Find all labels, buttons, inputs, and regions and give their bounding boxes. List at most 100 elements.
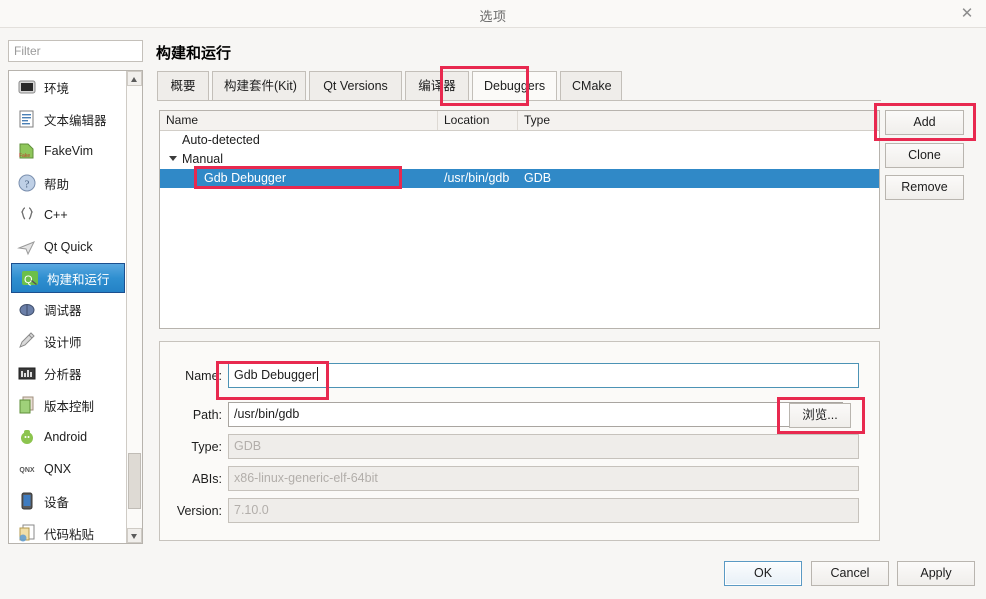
device-icon — [17, 491, 37, 511]
build-run-icon: Q — [20, 268, 40, 288]
sidebar-item-label: 构建和运行 — [47, 272, 110, 287]
tab-bar: 概要 构建套件(Kit) Qt Versions 编译器 Debuggers CMake — [157, 71, 881, 101]
sidebar-item-11[interactable]: 版本控制 — [9, 389, 127, 421]
table-row[interactable]: Manual — [160, 150, 879, 169]
sidebar-item-5[interactable]: C++ — [9, 199, 127, 231]
text-editor-icon — [17, 109, 37, 129]
debugger-detail-form: Name: Gdb Debugger Path: /usr/bin/gdb Type: G… — [159, 341, 880, 541]
clone-button[interactable]: Clone — [885, 143, 964, 168]
add-button[interactable]: Add — [885, 110, 964, 135]
svg-text:Fake: Fake — [19, 153, 30, 159]
sidebar-item-label: 设计师 — [44, 335, 82, 350]
chevron-down-icon[interactable] — [169, 156, 177, 161]
type-field: GDB — [228, 434, 859, 459]
sidebar-item-label: 版本控制 — [44, 399, 95, 414]
analyzer-icon — [17, 363, 37, 383]
remove-button[interactable]: Remove — [885, 175, 964, 200]
field-label: Name: — [185, 369, 222, 383]
column-header-location[interactable]: Location — [438, 111, 518, 130]
column-header-name[interactable]: Name — [160, 111, 438, 130]
field-value: 7.10.0 — [234, 503, 269, 517]
field-value: GDB — [234, 439, 262, 453]
sidebar-item-9[interactable]: 设计师 — [9, 325, 127, 357]
sidebar-item-label: 环境 — [44, 81, 70, 96]
path-field[interactable]: /usr/bin/gdb — [228, 402, 843, 427]
debugger-icon — [17, 299, 37, 319]
sidebar-item-label: 帮助 — [44, 177, 70, 192]
sidebar-item-6[interactable]: Qt Quick — [9, 231, 127, 263]
field-label: Version: — [176, 504, 222, 518]
title-bar: 选项 ✕ — [0, 0, 986, 28]
field-label: Type: — [191, 440, 222, 454]
sidebar-item-10[interactable]: 分析器 — [9, 357, 127, 389]
debuggers-tree[interactable]: Name Location Type Auto-detected Manual Gdb … — [159, 110, 880, 329]
monitor-icon — [17, 77, 37, 97]
page-title: 构建和运行 — [156, 45, 232, 62]
svg-text:?: ? — [25, 179, 30, 191]
sidebar-item-label: 代码粘贴 — [44, 527, 95, 542]
category-sidebar: 环境 文本编辑器 Fake FakeVim? 帮助 C++ Qt Quick Q 构建和运行 调试… — [8, 70, 143, 544]
sidebar-item-15[interactable]: 代码粘贴 — [9, 517, 127, 543]
tree-header: Name Location Type — [160, 111, 879, 131]
tab--[interactable]: 编译器 — [405, 71, 469, 100]
tab-cmake[interactable]: CMake — [560, 71, 622, 100]
form-row: Name: Gdb Debugger — [160, 363, 879, 389]
row-name: Manual — [182, 152, 223, 166]
options-dialog: 选项 ✕ Filter 环境 文本编辑器 Fake FakeVim? 帮助 C++ Qt Q… — [0, 0, 986, 599]
designer-icon — [17, 331, 37, 351]
scroll-up-icon[interactable] — [127, 71, 142, 86]
sidebar-item-3[interactable]: Fake FakeVim — [9, 135, 127, 167]
field-label: ABIs: — [192, 472, 222, 486]
table-row[interactable]: Auto-detected — [160, 131, 879, 150]
form-row: ABIs: x86-linux-generic-elf-64bit — [160, 466, 879, 492]
tab-qt-versions[interactable]: Qt Versions — [309, 71, 402, 100]
sidebar-item-label: FakeVim — [44, 144, 94, 158]
column-header-type[interactable]: Type — [518, 111, 878, 130]
sidebar-item-label: 分析器 — [44, 367, 82, 382]
cancel-button[interactable]: Cancel — [811, 561, 889, 586]
filter-input[interactable]: Filter — [8, 40, 143, 62]
row-location: /usr/bin/gdb — [444, 171, 510, 185]
tab--[interactable]: 概要 — [157, 71, 209, 100]
svg-text:Q: Q — [24, 274, 33, 286]
window-title: 选项 — [479, 9, 507, 24]
browse-button[interactable]: 浏览... — [789, 403, 851, 428]
field-label: Path: — [192, 408, 222, 422]
sidebar-item-12[interactable]: Android — [9, 421, 127, 453]
sidebar-item-7[interactable]: Q 构建和运行 — [11, 263, 125, 293]
sidebar-item-13[interactable]: QNX QNX — [9, 453, 127, 485]
sidebar-item-1[interactable]: 环境 — [9, 71, 127, 103]
version-control-icon — [17, 395, 37, 415]
sidebar-item-14[interactable]: 设备 — [9, 485, 127, 517]
apply-button[interactable]: Apply — [897, 561, 975, 586]
sidebar-item-label: QNX — [44, 462, 72, 476]
sidebar-item-2[interactable]: 文本编辑器 — [9, 103, 127, 135]
braces-icon — [17, 205, 37, 225]
row-name: Auto-detected — [182, 133, 260, 147]
qtquick-icon — [17, 237, 37, 257]
sidebar-item-label: 设备 — [44, 495, 70, 510]
abis-field: x86-linux-generic-elf-64bit — [228, 466, 859, 491]
tab-debuggers[interactable]: Debuggers — [472, 71, 557, 100]
version-field: 7.10.0 — [228, 498, 859, 523]
sidebar-scrollbar[interactable] — [126, 71, 142, 543]
text-caret — [317, 367, 319, 381]
row-name: Gdb Debugger — [204, 171, 287, 185]
form-row: Type: GDB — [160, 434, 879, 460]
field-value: /usr/bin/gdb — [234, 407, 300, 421]
scrollbar-thumb[interactable] — [128, 453, 141, 509]
sidebar-item-label: C++ — [44, 208, 68, 222]
help-icon: ? — [17, 173, 37, 193]
tab--kit-[interactable]: 构建套件(Kit) — [212, 71, 306, 100]
scroll-down-icon[interactable] — [127, 528, 142, 543]
ok-button[interactable]: OK — [724, 561, 802, 586]
svg-text:QNX: QNX — [19, 467, 35, 474]
sidebar-item-label: 文本编辑器 — [44, 113, 107, 128]
sidebar-item-4[interactable]: ? 帮助 — [9, 167, 127, 199]
name-field[interactable]: Gdb Debugger — [228, 363, 859, 388]
sidebar-item-8[interactable]: 调试器 — [9, 293, 127, 325]
fakevim-icon: Fake — [17, 141, 37, 161]
table-row[interactable]: Gdb Debugger/usr/bin/gdb GDB — [160, 169, 879, 188]
field-value: Gdb Debugger — [234, 368, 317, 382]
close-icon[interactable]: ✕ — [956, 4, 978, 24]
